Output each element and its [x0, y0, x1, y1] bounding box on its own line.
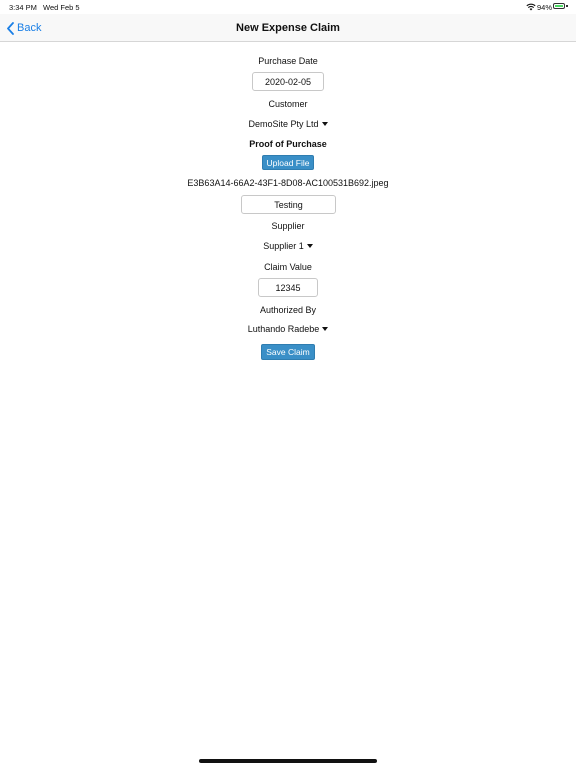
status-time: 3:34 PM	[9, 3, 37, 12]
authorized-by-selected-value: Luthando Radebe	[247, 324, 320, 334]
proof-of-purchase-label: Proof of Purchase	[249, 139, 327, 149]
status-bar: 3:34 PM Wed Feb 5 94%	[0, 0, 576, 14]
save-claim-button[interactable]: Save Claim	[261, 344, 315, 360]
home-indicator[interactable]	[199, 759, 377, 763]
authorized-by-label: Authorized By	[259, 305, 317, 315]
purchase-date-label: Purchase Date	[258, 56, 318, 66]
supplier-label: Supplier	[271, 221, 305, 231]
supplier-selected-value: Supplier 1	[263, 241, 304, 251]
battery-icon	[553, 3, 565, 9]
supplier-dropdown[interactable]: Supplier 1	[0, 241, 576, 251]
customer-selected-value: DemoSite Pty Ltd	[248, 119, 319, 129]
wifi-icon	[526, 3, 536, 11]
caret-down-icon	[306, 244, 313, 248]
claim-value-label: Claim Value	[264, 262, 312, 272]
customer-dropdown[interactable]: DemoSite Pty Ltd	[0, 119, 576, 129]
navigation-bar: Back New Expense Claim	[0, 14, 576, 42]
authorized-by-dropdown[interactable]: Luthando Radebe	[0, 324, 576, 334]
caret-down-icon	[322, 327, 329, 331]
status-date: Wed Feb 5	[43, 3, 80, 12]
caret-down-icon	[321, 122, 328, 126]
customer-label: Customer	[268, 99, 308, 109]
battery-percent: 94%	[537, 3, 553, 12]
upload-file-button[interactable]: Upload File	[262, 155, 314, 170]
claim-value-input[interactable]	[258, 278, 318, 297]
battery-level-fill	[555, 5, 563, 7]
page-title: New Expense Claim	[236, 22, 340, 34]
battery-tip	[566, 5, 568, 7]
description-input[interactable]	[241, 195, 336, 214]
uploaded-file-name: E3B63A14-66A2-43F1-8D08-AC100531B692.jpe…	[187, 178, 389, 188]
purchase-date-input[interactable]	[252, 72, 324, 91]
